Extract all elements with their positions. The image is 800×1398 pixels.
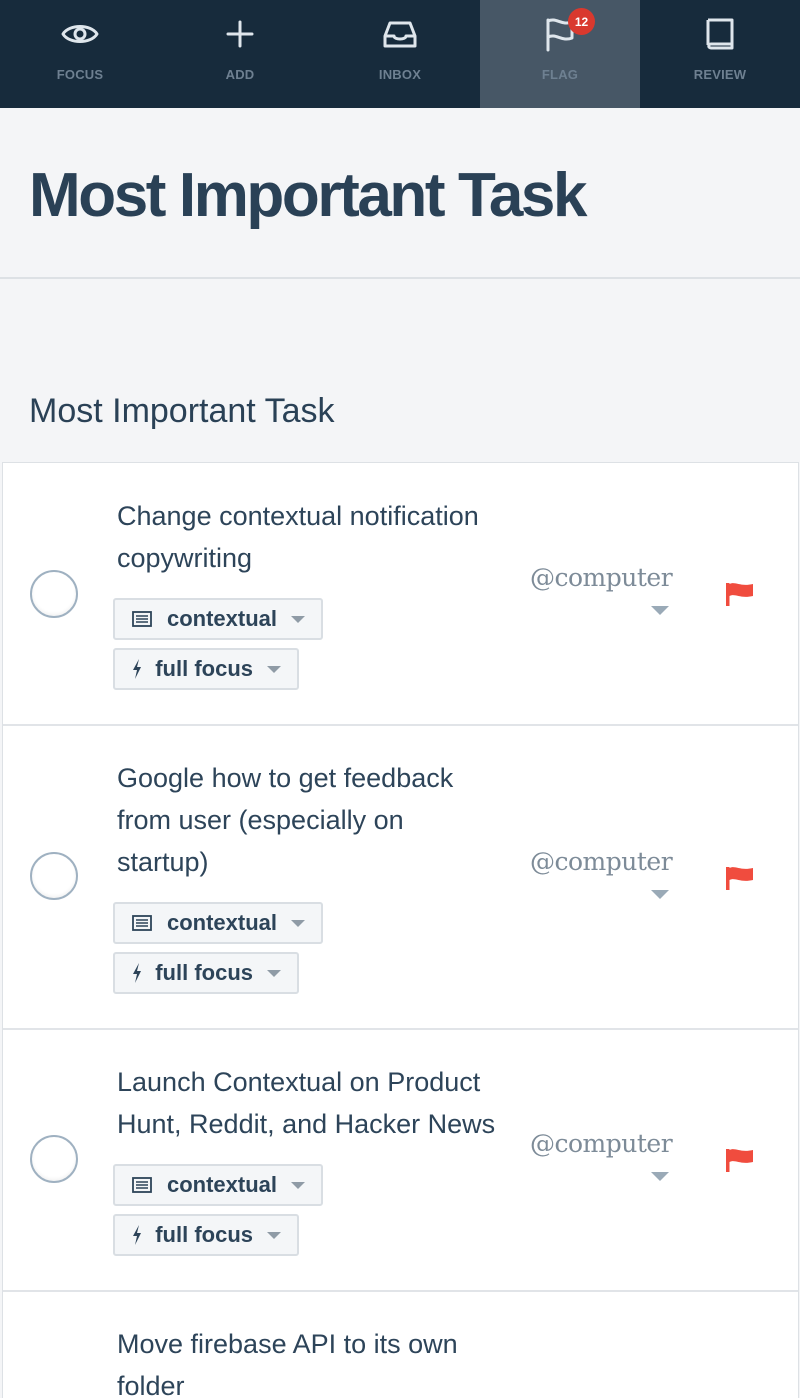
chevron-down-icon — [291, 919, 305, 927]
chevron-down-icon — [291, 1181, 305, 1189]
flag-icon[interactable] — [725, 865, 755, 891]
chevron-down-icon — [267, 665, 281, 673]
nav-focus-label: FOCUS — [56, 67, 104, 82]
list-icon — [131, 1174, 153, 1196]
nav-add-label: ADD — [225, 67, 255, 82]
context-dropdown[interactable]: contextual — [113, 902, 323, 944]
task-complete-checkbox[interactable] — [30, 1135, 78, 1183]
task-list: Change contextual notification copywriti… — [2, 462, 799, 1398]
header-divider — [0, 277, 800, 279]
tag-label[interactable]: @computer — [530, 847, 680, 876]
eye-icon — [60, 14, 100, 54]
chevron-down-icon — [267, 1231, 281, 1239]
lightning-icon — [127, 962, 147, 984]
book-icon — [700, 14, 740, 54]
tag-label[interactable]: @computer — [530, 563, 680, 592]
energy-dropdown[interactable]: full focus — [113, 1214, 299, 1256]
task-title-line: folder — [117, 1371, 185, 1398]
tag-label[interactable]: @computer — [530, 1129, 680, 1158]
nav-flag[interactable]: FLAG — [480, 0, 640, 108]
task-title[interactable]: Move firebase API to its own folder — [117, 1323, 527, 1398]
plus-icon — [220, 14, 260, 54]
task-complete-checkbox[interactable] — [30, 570, 78, 618]
list-icon — [131, 912, 153, 934]
task-title-line: Google how to get feedback — [117, 763, 454, 793]
nav-focus[interactable]: FOCUS — [0, 0, 160, 108]
context-dropdown[interactable]: contextual — [113, 1164, 323, 1206]
task-row: Change contextual notification copywriti… — [3, 463, 798, 726]
task-row: Move firebase API to its own folder — [3, 1292, 798, 1398]
chevron-down-icon[interactable] — [651, 1172, 669, 1181]
nav-inbox[interactable]: INBOX — [320, 0, 480, 108]
task-title-line: copywriting — [117, 543, 253, 573]
inbox-icon — [380, 14, 420, 54]
chevron-down-icon — [291, 615, 305, 623]
chevron-down-icon[interactable] — [651, 606, 669, 615]
context-label: contextual — [166, 606, 277, 631]
lightning-icon — [127, 1224, 147, 1246]
flag-icon[interactable] — [725, 581, 755, 607]
nav-review[interactable]: REVIEW — [640, 0, 800, 108]
task-title[interactable]: Google how to get feedback from user (es… — [117, 757, 527, 883]
nav-review-label: REVIEW — [693, 67, 747, 82]
lightning-icon — [127, 658, 147, 680]
context-label: contextual — [166, 910, 277, 935]
top-nav: FOCUS ADD INBOX FLAG REVIEW — [0, 0, 800, 108]
list-icon — [131, 608, 153, 630]
task-title-line: Change contextual notification — [117, 501, 479, 531]
nav-flag-label: FLAG — [541, 67, 579, 82]
task-title[interactable]: Change contextual notification copywriti… — [117, 495, 527, 579]
page-title: Most Important Task — [29, 161, 587, 230]
flag-icon[interactable] — [725, 1147, 755, 1173]
section-title: Most Important Task — [29, 392, 335, 430]
chevron-down-icon — [267, 969, 281, 977]
task-complete-checkbox[interactable] — [30, 852, 78, 900]
energy-label: full focus — [155, 1222, 253, 1247]
task-title-line: startup) — [117, 847, 209, 877]
energy-dropdown[interactable]: full focus — [113, 648, 299, 690]
energy-label: full focus — [155, 960, 253, 985]
context-label: contextual — [166, 1172, 277, 1197]
context-dropdown[interactable]: contextual — [113, 598, 323, 640]
task-title-line: Hunt, Reddit, and Hacker News — [117, 1109, 496, 1139]
energy-label: full focus — [155, 656, 253, 681]
flag-count-badge: 12 — [568, 8, 595, 35]
task-row: Launch Contextual on Product Hunt, Reddi… — [3, 1030, 798, 1292]
nav-inbox-label: INBOX — [378, 67, 422, 82]
task-title-line: Move firebase API to its own — [117, 1329, 458, 1359]
energy-dropdown[interactable]: full focus — [113, 952, 299, 994]
task-title-line: from user (especially on — [117, 805, 404, 835]
task-title-line: Launch Contextual on Product — [117, 1067, 481, 1097]
task-row: Google how to get feedback from user (es… — [3, 726, 798, 1030]
nav-add[interactable]: ADD — [160, 0, 320, 108]
task-title[interactable]: Launch Contextual on Product Hunt, Reddi… — [117, 1061, 537, 1145]
chevron-down-icon[interactable] — [651, 890, 669, 899]
